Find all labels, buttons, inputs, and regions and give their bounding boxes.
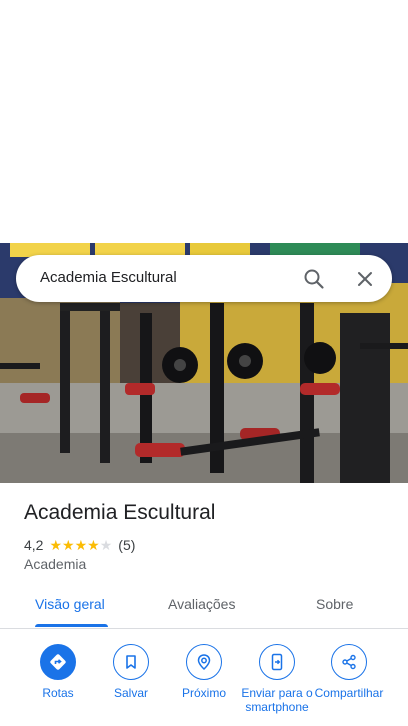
share-label: Compartilhar	[314, 686, 384, 700]
place-tabs: Visão geral Avaliações Sobre	[0, 584, 408, 629]
send-to-phone-button[interactable]: Enviar para o smartphone	[241, 644, 313, 714]
search-icon[interactable]	[302, 267, 326, 291]
nearby-label: Próximo	[181, 686, 226, 700]
send-to-phone-label: Enviar para o smartphone	[241, 686, 313, 714]
star-icon: ★	[62, 537, 75, 553]
star-icon: ★	[74, 537, 88, 553]
search-input[interactable]: Academia Escultural	[40, 269, 177, 286]
bookmark-icon	[113, 644, 149, 680]
directions-icon	[40, 644, 76, 680]
nearby-icon	[186, 644, 222, 680]
rating-value: 4,2	[24, 537, 44, 553]
star-icon: ★	[49, 537, 63, 553]
tab-about[interactable]: Sobre	[316, 596, 353, 612]
nearby-button[interactable]: Próximo	[168, 644, 240, 700]
active-tab-indicator	[35, 624, 108, 627]
share-icon	[331, 644, 367, 680]
rating-stars: ★ ★ ★ ★ ★	[49, 538, 112, 552]
directions-button[interactable]: Rotas	[22, 644, 94, 700]
tab-overview[interactable]: Visão geral	[35, 596, 105, 612]
star-empty-icon: ★	[99, 537, 113, 553]
place-title: Academia Escultural	[24, 501, 216, 524]
place-category: Academia	[24, 556, 87, 572]
send-to-phone-icon	[259, 644, 295, 680]
review-count: (5)	[118, 537, 136, 553]
save-label: Salvar	[113, 686, 148, 700]
rating-row[interactable]: 4,2 ★ ★ ★ ★ ★ (5)	[24, 536, 135, 554]
share-button[interactable]: Compartilhar	[313, 644, 385, 700]
search-bar[interactable]: Academia Escultural	[16, 255, 392, 302]
star-icon: ★	[87, 537, 100, 553]
save-button[interactable]: Salvar	[95, 644, 167, 700]
tab-reviews[interactable]: Avaliações	[168, 596, 235, 612]
close-icon[interactable]	[353, 267, 377, 291]
directions-label: Rotas	[42, 686, 74, 700]
